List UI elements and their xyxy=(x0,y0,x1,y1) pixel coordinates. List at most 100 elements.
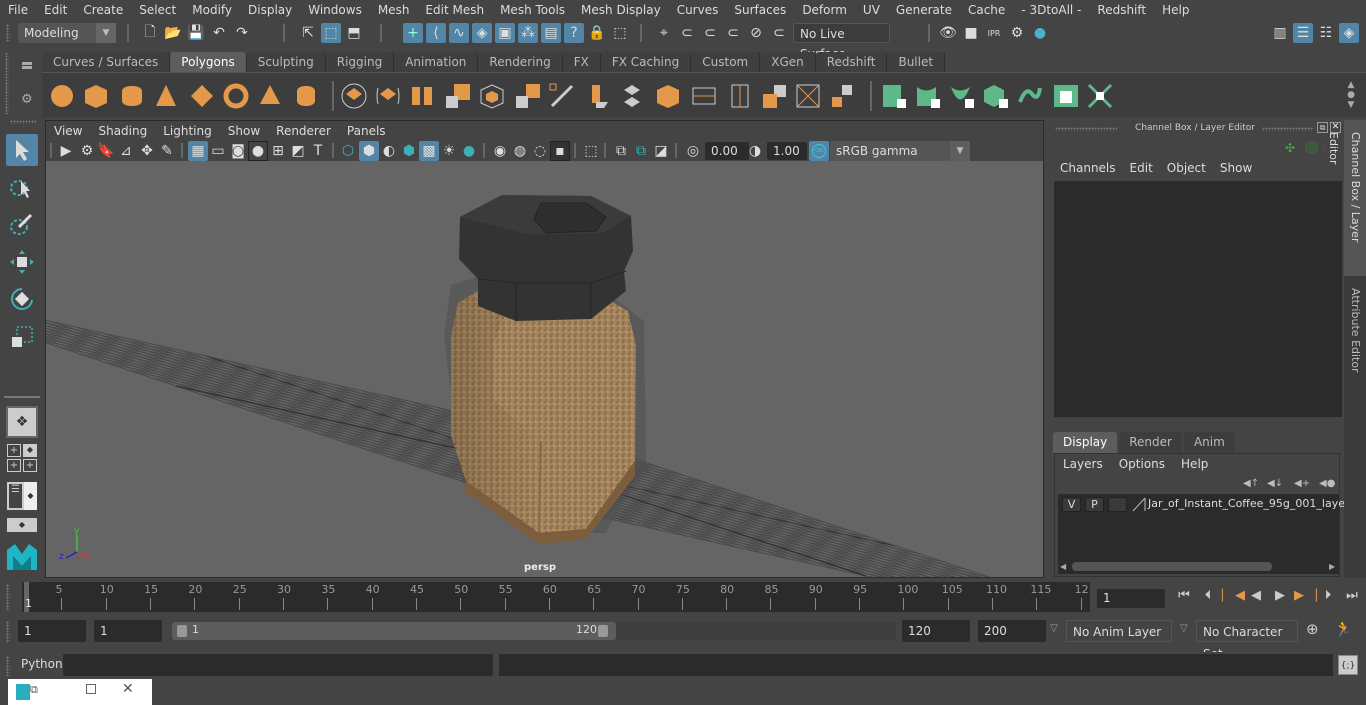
layer-playback-toggle[interactable]: P xyxy=(1085,497,1104,512)
animation-end-field[interactable]: 200 xyxy=(978,620,1046,642)
menu-edit-mesh[interactable]: Edit Mesh xyxy=(417,0,492,20)
shelf-tab-rendering[interactable]: Rendering xyxy=(478,52,563,72)
3d-scene-view[interactable]: y x z persp xyxy=(46,161,1043,577)
outliner-persp-layout-button[interactable]: ☰ ◆ xyxy=(7,482,37,510)
character-set-dropdown[interactable]: No Character Set xyxy=(1196,620,1298,661)
move-tool-button[interactable] xyxy=(6,246,38,278)
poly-torus-icon[interactable] xyxy=(222,82,250,110)
persp-graph-layout-button[interactable]: ◆ xyxy=(7,518,37,532)
grease-pencil-icon[interactable]: ✎ xyxy=(157,141,177,161)
drag-handle[interactable] xyxy=(1262,127,1314,131)
menu-file[interactable]: File xyxy=(0,0,36,20)
poly-cone-icon[interactable] xyxy=(152,82,180,110)
poly-plane-icon[interactable] xyxy=(188,82,216,110)
menu-mesh-tools[interactable]: Mesh Tools xyxy=(492,0,573,20)
menu-help[interactable]: Help xyxy=(1154,0,1197,20)
side-tab-channel-box[interactable]: Channel Box / Layer Editor xyxy=(1327,120,1366,276)
drag-handle[interactable] xyxy=(5,52,9,114)
time-ruler[interactable]: 1 5 10 15 20 25 30 35 40 45 50 55 60 65 70 75 80 85 90 95 1… xyxy=(22,582,1090,612)
uv-editor-icon[interactable] xyxy=(1052,82,1080,110)
uv-cylindrical-icon[interactable] xyxy=(914,82,942,110)
render-view-icon[interactable]: 👁 xyxy=(938,23,958,43)
select-joint-icon[interactable]: ⟨ xyxy=(426,23,446,43)
xray-joints-icon[interactable]: ◪ xyxy=(651,141,671,161)
anti-aliasing-icon[interactable]: ◌ xyxy=(530,141,550,161)
channel-list[interactable] xyxy=(1054,181,1342,417)
ipr-render-icon[interactable]: IPR xyxy=(984,23,1004,43)
channel-box-menu-edit[interactable]: Edit xyxy=(1123,161,1160,175)
smooth-shade-icon[interactable]: ⬢ xyxy=(359,141,379,161)
channel-box-menu-show[interactable]: Show xyxy=(1213,161,1259,175)
rotate-tool-button[interactable] xyxy=(6,283,38,315)
poly-cylinder-icon[interactable] xyxy=(118,82,146,110)
viewport-menu-renderer[interactable]: Renderer xyxy=(268,121,339,141)
viewport-menu-panels[interactable]: Panels xyxy=(339,121,394,141)
script-editor-icon[interactable]: {;} xyxy=(1338,655,1358,675)
select-object-icon[interactable]: ⬚ xyxy=(321,23,341,43)
multi-cut-icon[interactable] xyxy=(548,82,576,110)
modeling-toolkit-icon[interactable]: ▥ xyxy=(1270,23,1290,43)
menu-curves[interactable]: Curves xyxy=(669,0,727,20)
menu-deform[interactable]: Deform xyxy=(794,0,855,20)
play-backwards-icon[interactable]: ◀ xyxy=(1246,588,1266,603)
jar-model[interactable] xyxy=(444,195,646,544)
poly-pyramid-icon[interactable] xyxy=(256,82,284,110)
2d-pan-zoom-icon[interactable]: ✥ xyxy=(137,141,157,161)
shelf-tab-polygons[interactable]: Polygons xyxy=(170,52,247,72)
bridge-icon[interactable] xyxy=(618,82,646,110)
scale-tool-button[interactable] xyxy=(6,321,38,353)
anim-layer-dropdown[interactable]: No Anim Layer xyxy=(1066,620,1172,642)
shelf-menu-icon[interactable] xyxy=(22,62,32,65)
viewport-menu-show[interactable]: Show xyxy=(220,121,268,141)
menu-select[interactable]: Select xyxy=(131,0,184,20)
restore-icon[interactable]: ⧉ xyxy=(30,683,38,697)
range-end-handle[interactable] xyxy=(598,625,608,637)
lock-selection-icon[interactable]: 🔒 xyxy=(587,23,607,43)
xray-icon[interactable]: ⧉ xyxy=(611,141,631,161)
image-plane-icon[interactable]: ⊿ xyxy=(116,141,136,161)
select-deformation-icon[interactable]: ▣ xyxy=(495,23,515,43)
lasso-tool-button[interactable] xyxy=(6,172,38,204)
resolution-gate-icon[interactable]: ◙ xyxy=(228,141,248,161)
character-set-dropdown-arrow-icon[interactable]: ▽ xyxy=(1180,623,1188,634)
exposure-icon[interactable]: ◎ xyxy=(683,141,703,161)
drag-handle[interactable] xyxy=(10,120,36,124)
step-back-frame-icon[interactable]: ⏴ xyxy=(1198,588,1218,603)
uv-planar-icon[interactable] xyxy=(880,82,908,110)
camera-attributes-icon[interactable]: ⚙ xyxy=(77,141,97,161)
gamma-icon[interactable]: ◑ xyxy=(745,141,765,161)
four-view-layout-button[interactable]: + ◆ + + xyxy=(7,444,37,472)
target-weld-icon[interactable] xyxy=(828,82,856,110)
snap-curve-icon[interactable]: ⊂ xyxy=(677,23,697,43)
playback-start-field[interactable]: 1 xyxy=(94,620,162,642)
layer-menu-layers[interactable]: Layers xyxy=(1055,454,1111,474)
use-all-lights-icon[interactable]: ☀ xyxy=(439,141,459,161)
film-gate-icon[interactable]: ▭ xyxy=(208,141,228,161)
new-scene-icon[interactable]: 🗋 xyxy=(140,23,160,43)
layer-name[interactable]: Jar_of_Instant_Coffee_95g_001_layer xyxy=(1148,497,1350,510)
layer-menu-options[interactable]: Options xyxy=(1111,454,1173,474)
viewport-menu-view[interactable]: View xyxy=(46,121,90,141)
range-bar[interactable]: 1 120 xyxy=(172,622,616,640)
remesh-icon[interactable] xyxy=(514,82,542,110)
step-forward-frame-icon[interactable]: ⏵ xyxy=(1318,588,1338,603)
drag-handle[interactable] xyxy=(6,584,10,610)
step-back-key-icon[interactable]: ⎸◀ xyxy=(1222,588,1245,603)
shelf-tab-animation[interactable]: Animation xyxy=(394,52,479,72)
menu-display[interactable]: Display xyxy=(240,0,300,20)
shelf-tab-fx[interactable]: FX xyxy=(562,52,601,72)
poly-pipe-icon[interactable] xyxy=(292,82,320,110)
menu-surfaces[interactable]: Surfaces xyxy=(726,0,794,20)
combine-icon[interactable] xyxy=(340,82,368,110)
attribute-editor-toggle-icon[interactable]: ☰ xyxy=(1293,23,1313,43)
select-handle-icon[interactable]: + xyxy=(403,23,423,43)
shelf-tab-rigging[interactable]: Rigging xyxy=(325,52,395,72)
channel-box-menu-object[interactable]: Object xyxy=(1160,161,1213,175)
move-layer-up-icon[interactable]: ◀↑ xyxy=(1243,478,1259,489)
layer-horizontal-scrollbar[interactable]: ◀ ▶ xyxy=(1058,560,1339,574)
drag-handle[interactable] xyxy=(6,656,10,676)
open-scene-icon[interactable]: 📂 xyxy=(163,23,183,43)
layer-menu-help[interactable]: Help xyxy=(1173,454,1216,474)
play-forwards-icon[interactable]: ▶ xyxy=(1270,588,1290,603)
textured-icon[interactable]: ▩ xyxy=(419,141,439,161)
